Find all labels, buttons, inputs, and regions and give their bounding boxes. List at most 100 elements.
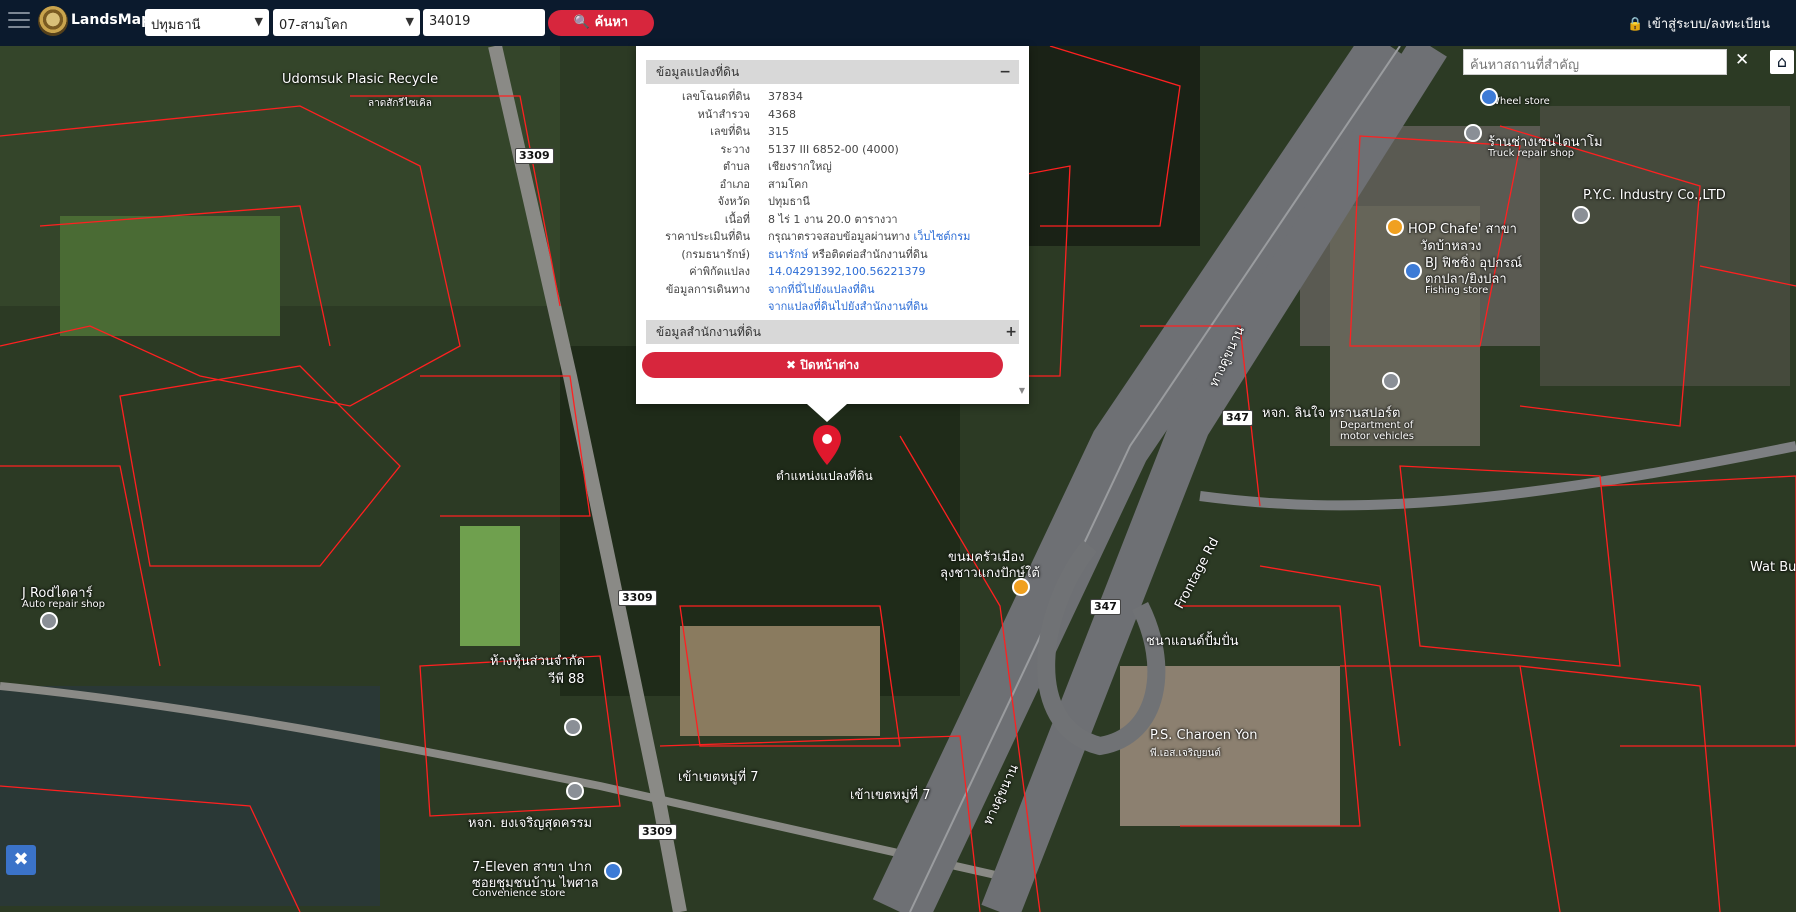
parcel-info-header[interactable]: ข้อมูลแปลงที่ดิน − [646, 60, 1019, 84]
row-value: กรุณาตรวจสอบข้อมูลผ่านทาง เว็บไซต์กรม [768, 228, 1019, 246]
convenience-pin-icon[interactable] [604, 862, 622, 880]
info-row: ระวาง 5137 III 6852-00 (4000) [646, 141, 1019, 159]
lock-icon: 🔒 [1627, 17, 1644, 32]
expand-icon[interactable]: + [1005, 320, 1017, 344]
chevron-down-icon: ▼ [405, 15, 414, 28]
login-link[interactable]: 🔒 เข้าสู่ระบบ/ลงทะเบียน [1627, 13, 1770, 34]
row-key [646, 298, 768, 316]
map-label-wheel: Wheel store [1490, 96, 1550, 107]
treasury-link[interactable]: เว็บไซต์กรม [914, 230, 971, 243]
place-search-input[interactable]: ค้นหาสถานที่สำคัญ [1463, 49, 1727, 75]
map-label-udomsuk: Udomsuk Plasic Recycle [282, 72, 439, 87]
tools-icon[interactable]: ✖ [6, 845, 36, 875]
map-label-hok: หจก. ยงเจริญสุดครรม [468, 816, 593, 831]
shop-pin-icon[interactable] [1480, 88, 1498, 106]
close-popup-button[interactable]: ✖ ปิดหน้าต่าง [642, 351, 1003, 378]
row-value: ธนารักษ์ หรือติดต่อสำนักงานที่ดิน [768, 246, 1019, 264]
pin-label: ตำแหน่งแปลงที่ดิน [776, 469, 873, 483]
row-key: อำเภอ [719, 177, 750, 191]
province-value: ปทุมธานี [151, 18, 201, 33]
parcel-info-table: เลขโฉนดที่ดิน 37834 หน้าสำรวจ 4368 เลขที่ด… [646, 88, 1019, 316]
row-value: 37834 [768, 90, 803, 103]
road-shield: 347 [1090, 599, 1121, 615]
map-label-ps: P.S. Charoen Yon [1150, 728, 1258, 743]
menu-icon[interactable] [8, 12, 30, 30]
row-value: เชียงรากใหญ่ [768, 160, 832, 173]
parcel-number-input[interactable]: 34019 [423, 9, 545, 36]
travel-row: ข้อมูลการเดินทาง จากที่นี่ไปยังแปลงที่ดิ… [646, 281, 1019, 299]
collapse-icon[interactable]: − [999, 60, 1011, 84]
coord-link[interactable]: 14.04291392,100.56221379 [768, 263, 1019, 281]
price-text: หรือติดต่อสำนักงานที่ดิน [811, 247, 928, 261]
auto-repair-pin-icon[interactable] [40, 612, 58, 630]
route-to-office-link[interactable]: จากแปลงที่ดินไปยังสำนักงานที่ดิน [768, 298, 1019, 316]
map-label-mu: เข้าเขตหมู่ที่ 7 [678, 770, 759, 785]
map-label-dan: ชนาแอนด์ปั้มปั่น [1146, 634, 1239, 649]
land-office-title: ข้อมูลสำนักงานที่ดิน [656, 324, 761, 339]
map-label-mart2: วีพี 88 [548, 672, 585, 687]
search-button[interactable]: 🔍 ค้นหา [548, 10, 654, 36]
row-key: ระวาง [720, 142, 750, 156]
row-value: 4368 [768, 107, 796, 121]
row-value: สามโคก [768, 177, 809, 191]
row-key: ตำบล [722, 160, 750, 173]
map-pin-icon[interactable] [813, 425, 841, 465]
province-select[interactable]: ปทุมธานี ▼ [145, 9, 269, 36]
map-label-conv: Convenience store [472, 888, 566, 899]
info-row: ตำบล เชียงรากใหญ่ [646, 158, 1019, 176]
row-key: หน้าสำรวจ [697, 107, 750, 121]
map-label-fishing: Fishing store [1425, 285, 1489, 296]
land-office-header[interactable]: ข้อมูลสำนักงานที่ดิน + [646, 319, 1019, 344]
row-key: เลขโฉนดที่ดิน [682, 90, 750, 103]
repair-pin-icon[interactable] [1464, 124, 1482, 142]
map-label-ps2: พี.เอส.เจริญยนต์ [1150, 748, 1221, 759]
road-shield: 347 [1222, 410, 1253, 426]
close-icon[interactable]: ✕ [1735, 50, 1749, 70]
factory-pin-icon[interactable] [1572, 206, 1590, 224]
home-icon[interactable]: ⌂ [1770, 50, 1794, 74]
landsmaps-logo [38, 6, 68, 36]
price-text: กรุณาตรวจสอบข้อมูลผ่านทาง [768, 230, 910, 243]
map-label-dept: Department of motor vehicles [1340, 420, 1415, 442]
row-value: 5137 III 6852-00 (4000) [768, 142, 899, 156]
row-key: ข้อมูลการเดินทาง [665, 282, 750, 296]
route-to-parcel-link[interactable]: จากที่นี่ไปยังแปลงที่ดิน [768, 281, 1019, 299]
price-row: (กรมธนารักษ์) ธนารักษ์ หรือติดต่อสำนักงา… [646, 246, 1019, 264]
search-button-label: ค้นหา [594, 15, 629, 30]
info-row: เนื้อที่ 8 ไร่ 1 งาน 20.0 ตารางวา [646, 211, 1019, 229]
road-shield: 3309 [638, 824, 677, 840]
info-row: เลขที่ดิน 315 [646, 123, 1019, 141]
chevron-down-icon: ▼ [254, 15, 263, 28]
row-value: 8 ไร่ 1 งาน 20.0 ตารางวา [768, 212, 898, 226]
scroll-down-icon[interactable]: ▼ [1019, 386, 1025, 395]
map-label-jrod: Auto repair shop [22, 599, 105, 610]
info-row: เลขโฉนดที่ดิน 37834 [646, 88, 1019, 106]
road-shield: 3309 [618, 590, 657, 606]
road-shield: 3309 [515, 148, 554, 164]
info-row: จังหวัด ปทุมธานี [646, 193, 1019, 211]
login-label: เข้าสู่ระบบ/ลงทะเบียน [1647, 17, 1770, 32]
treasury-link[interactable]: ธนารักษ์ [768, 248, 808, 261]
row-key: เนื้อที่ [724, 212, 750, 226]
parcel-info-title: ข้อมูลแปลงที่ดิน [656, 65, 740, 79]
row-key: ค่าพิกัดแปลง [689, 265, 750, 278]
info-row: อำเภอ สามโคก [646, 176, 1019, 194]
cafe-pin-icon[interactable] [1386, 218, 1404, 236]
government-pin-icon[interactable] [1382, 372, 1400, 390]
popup-tail [807, 404, 847, 422]
row-key: เลขที่ดิน [710, 125, 750, 138]
restaurant-pin-icon[interactable] [1012, 578, 1030, 596]
parcel-info-popup: ข้อมูลแปลงที่ดิน − เลขโฉนดที่ดิน 37834 หน… [636, 46, 1029, 404]
map-label-wat: Wat Bu [1750, 560, 1796, 575]
map-label-mu2: เข้าเขตหมู่ที่ 7 [850, 788, 931, 803]
district-select[interactable]: 07-สามโคก ▼ [273, 9, 420, 36]
info-row: หน้าสำรวจ 4368 [646, 106, 1019, 124]
shop-pin-icon[interactable] [564, 718, 582, 736]
shop-pin-icon[interactable] [566, 782, 584, 800]
top-bar: LandsMaps ปทุมธานี ▼ 07-สามโคก ▼ 34019 🔍… [0, 0, 1796, 46]
coord-row: ค่าพิกัดแปลง 14.04291392,100.56221379 [646, 263, 1019, 281]
store-pin-icon[interactable] [1404, 262, 1422, 280]
district-value: 07-สามโคก [279, 18, 348, 33]
row-value: 315 [768, 125, 789, 138]
map-label-truck: Truck repair shop [1488, 148, 1575, 159]
